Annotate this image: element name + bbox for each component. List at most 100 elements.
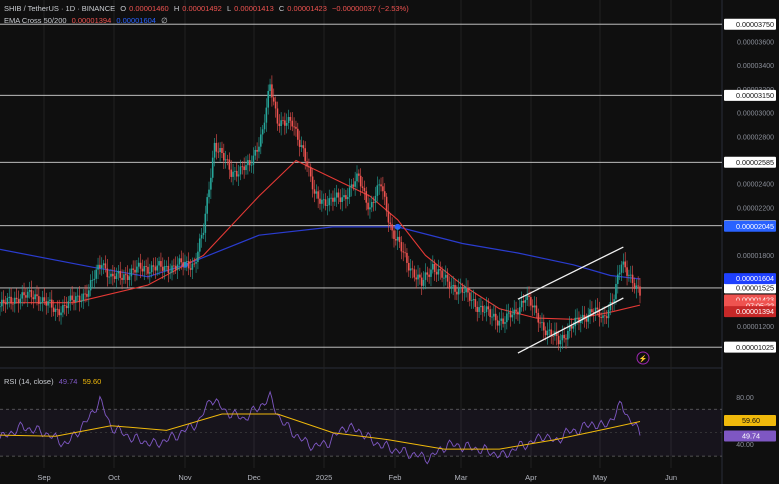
candle-body (319, 198, 321, 204)
candle-body (152, 265, 155, 267)
candle-body (130, 268, 133, 277)
candle-body (302, 145, 305, 149)
candle-body (258, 146, 260, 152)
candle-body (474, 299, 477, 307)
low-label: L (226, 4, 232, 13)
candle-body (69, 295, 72, 302)
candle-body (143, 266, 146, 272)
candle-body (67, 301, 70, 309)
candle-body (389, 222, 392, 225)
candle-body (444, 274, 447, 278)
candle-body (393, 230, 395, 239)
open-value: 0.00001460 (129, 4, 169, 13)
chart-canvas[interactable]: Sep Oct Nov Dec 2025 Feb Mar Apr May Jun 0.0000360… (0, 0, 779, 484)
candle-body (629, 274, 632, 276)
candle-body (585, 318, 588, 322)
candle-body (2, 299, 5, 303)
candle-body (459, 286, 462, 289)
candle-body (6, 297, 9, 305)
candle-body (359, 175, 362, 187)
price-tick-label: 0.00002400 (737, 182, 774, 189)
candle-body (345, 195, 347, 200)
candle-body (163, 266, 166, 271)
x-tick-label: Mar (455, 473, 468, 482)
rsi-badge-label: 59.60 (742, 416, 760, 425)
candle-body (435, 271, 438, 275)
candle-body (306, 161, 308, 167)
candle-body (102, 263, 105, 266)
candle-body (137, 262, 140, 267)
x-tick-label: Oct (108, 473, 121, 482)
candle-body (300, 145, 303, 147)
rsi-title[interactable]: RSI (14, close) (4, 377, 54, 386)
candle-body (254, 149, 257, 156)
candle-body (528, 295, 530, 298)
candle-body (506, 313, 508, 323)
candle-body (50, 299, 53, 308)
candle-body (517, 311, 519, 315)
candle-body (112, 273, 114, 277)
candle-body (398, 236, 401, 243)
candle-body (572, 326, 575, 329)
candle-body (628, 274, 630, 276)
candle-body (91, 279, 94, 281)
candle-body (607, 310, 610, 319)
candle-body (289, 116, 292, 121)
candle-body (108, 276, 110, 278)
candle-body (481, 305, 484, 313)
candle-body (43, 297, 46, 302)
candle-body (343, 195, 345, 198)
candle-body (476, 306, 479, 312)
candle-body (272, 97, 275, 102)
candle-body (544, 330, 547, 336)
candle-body (47, 301, 49, 306)
candle-body (602, 315, 604, 318)
candle-body (337, 192, 340, 198)
candle-body (522, 300, 525, 303)
candle-body (639, 286, 641, 296)
candle-body (34, 294, 36, 300)
candle-body (537, 312, 540, 323)
candle-body (524, 299, 527, 303)
candle-body (631, 274, 634, 284)
candle-body (197, 251, 199, 263)
rsi-legend: RSI (14, close) 49.74 59.60 (4, 377, 104, 386)
candle-body (576, 317, 578, 319)
candle-body (426, 272, 429, 275)
price-tick-label: 0.00003600 (737, 40, 774, 47)
candle-body (128, 276, 131, 281)
candle-body (465, 287, 467, 293)
candle-body (485, 306, 488, 312)
candle-body (260, 134, 262, 147)
candle-body (241, 166, 244, 168)
candle-body (204, 213, 207, 233)
candle-body (413, 269, 416, 278)
candle-body (54, 308, 57, 312)
candle-body (531, 305, 534, 308)
candle-body (141, 268, 144, 272)
candle-body (633, 283, 636, 289)
candle-body (363, 187, 366, 192)
candle-body (8, 296, 11, 298)
symbol-label[interactable]: SHIB / TetherUS · 1D · BINANCE (4, 4, 115, 13)
candle-body (518, 307, 521, 315)
candle-body (391, 224, 393, 231)
candle-body (561, 334, 564, 341)
candle-body (533, 305, 536, 308)
ema-title[interactable]: EMA Cross 50/200 (4, 16, 67, 25)
candle-body (126, 274, 129, 281)
candle-body (605, 316, 608, 319)
candle-body (226, 159, 229, 161)
candle-body (400, 242, 403, 252)
candle-body (287, 116, 290, 123)
candle-body (457, 288, 460, 295)
candle-body (12, 303, 14, 305)
candle-body (504, 322, 506, 324)
candle-body (498, 320, 501, 326)
candle-body (448, 281, 451, 289)
candle-body (293, 126, 295, 128)
candle-body (224, 159, 227, 161)
candle-body (21, 292, 23, 299)
candle-body (10, 296, 12, 304)
candle-body (132, 268, 134, 270)
